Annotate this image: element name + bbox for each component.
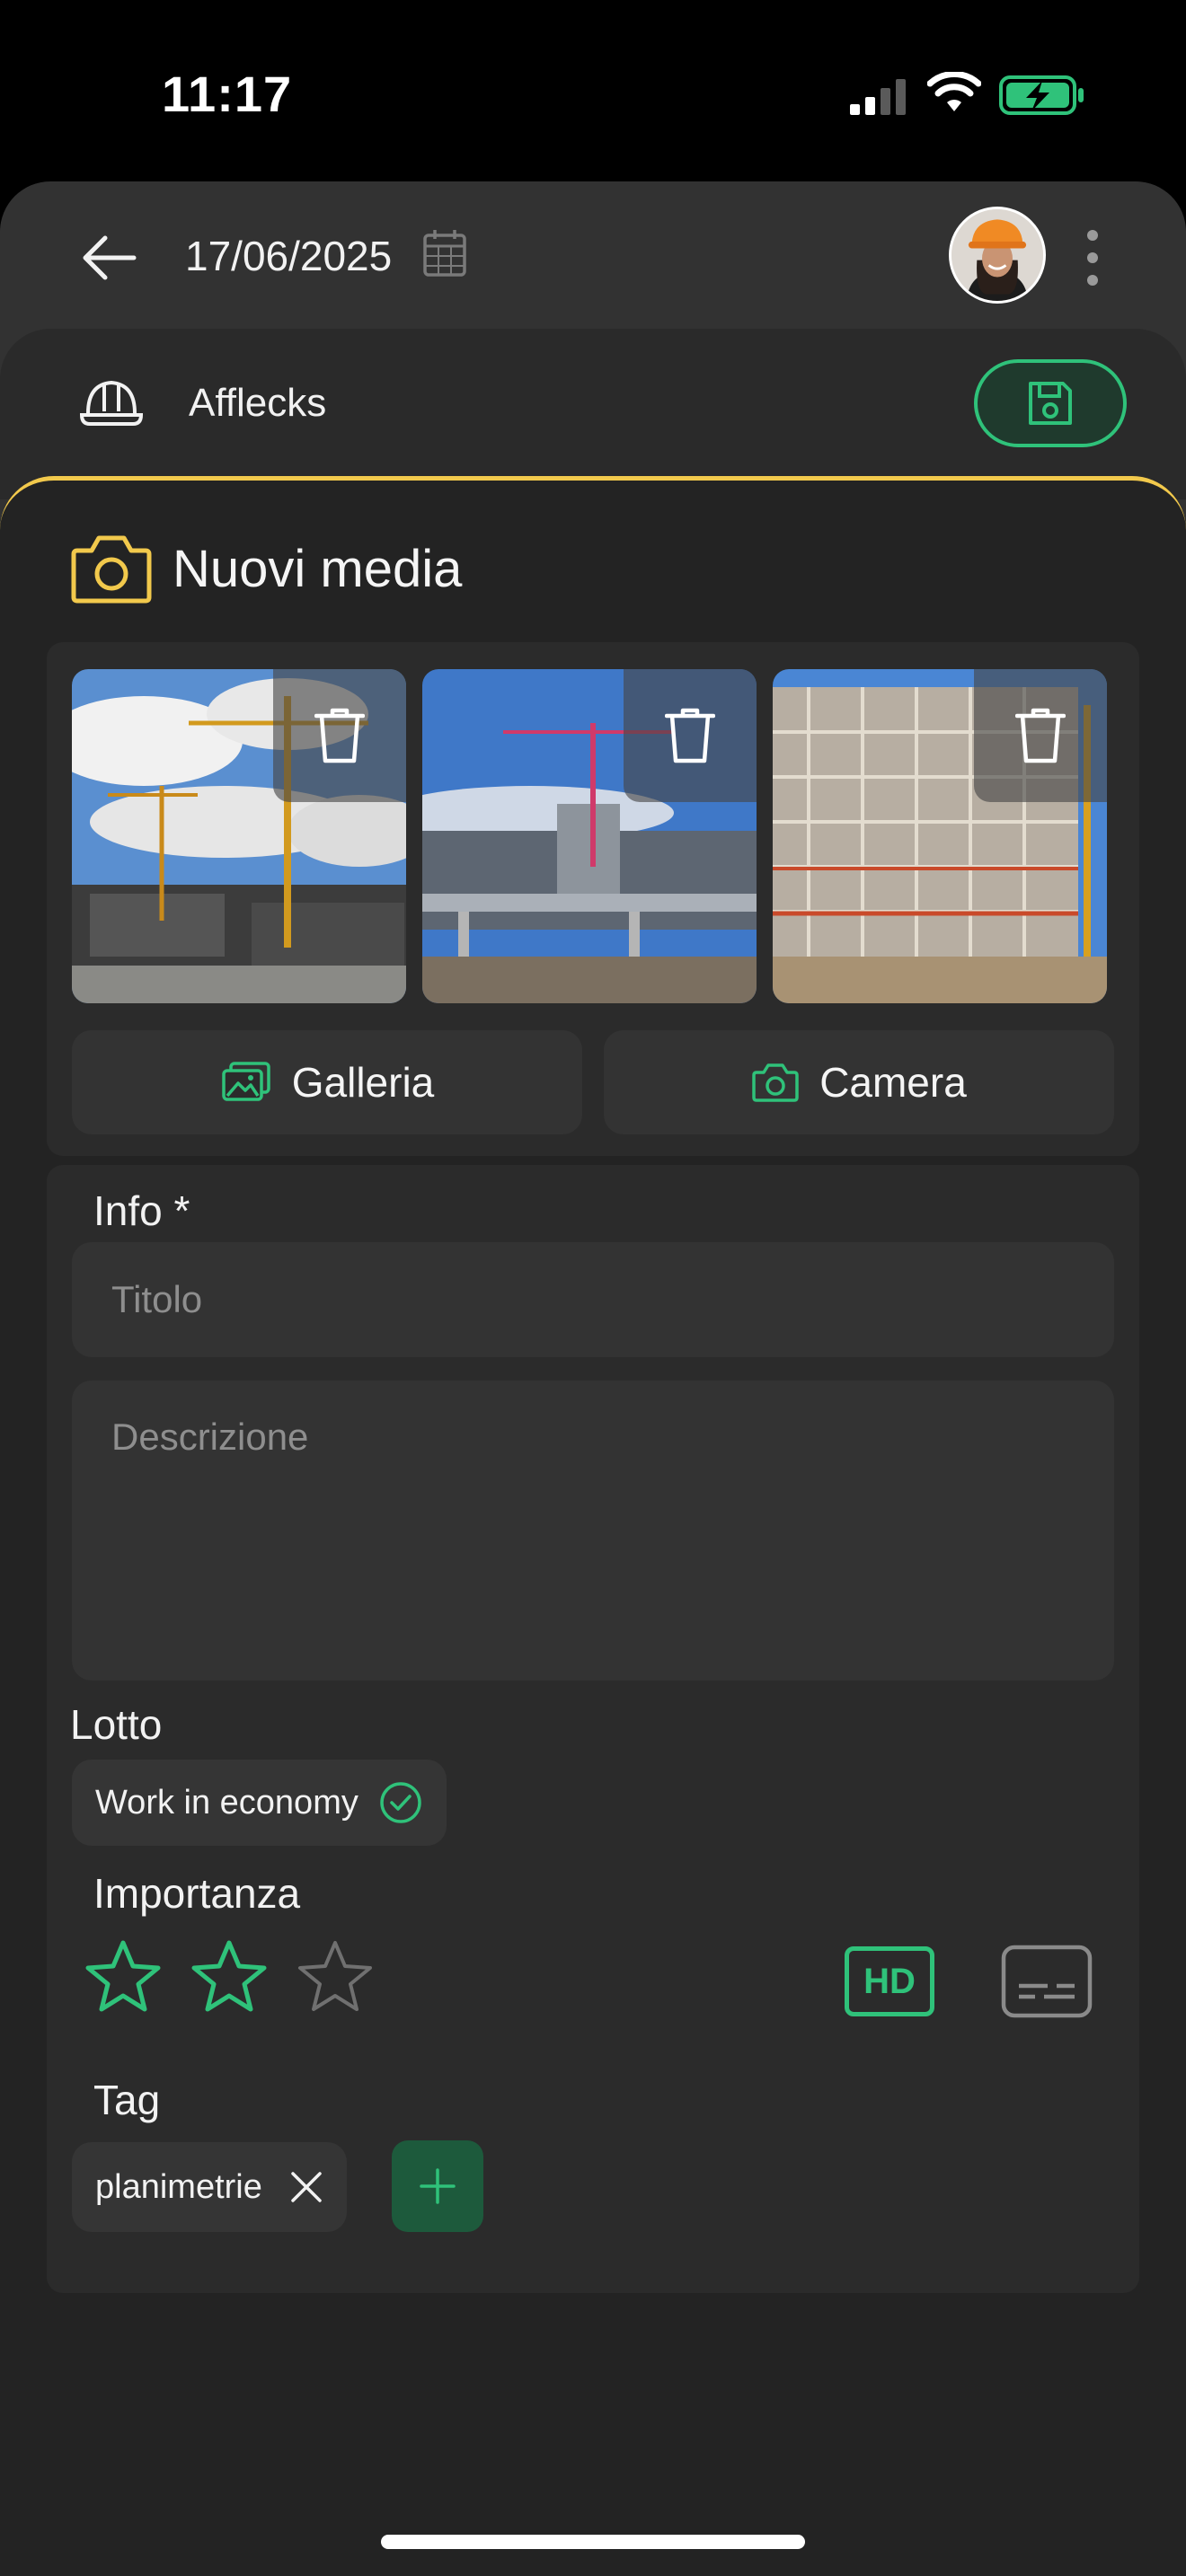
site-name: Afflecks xyxy=(189,381,327,425)
check-circle-icon xyxy=(380,1782,421,1823)
info-label: Info * xyxy=(93,1187,190,1234)
camera-icon xyxy=(71,535,152,604)
dot xyxy=(1087,275,1098,286)
arrow-left-icon xyxy=(83,235,137,280)
camera-button[interactable]: Camera xyxy=(604,1030,1114,1134)
floppy-disk-icon xyxy=(1029,382,1072,425)
description-input[interactable]: Descrizione xyxy=(72,1381,1114,1681)
title-input[interactable]: Titolo xyxy=(72,1242,1114,1357)
tag-label: Tag xyxy=(93,2077,161,2123)
subtitles-icon[interactable] xyxy=(1001,1945,1093,2018)
camera-label: Camera xyxy=(819,1059,967,1106)
title-placeholder: Titolo xyxy=(111,1278,203,1320)
helmet-icon xyxy=(79,380,144,426)
top-bar: 17/06/2025 xyxy=(0,181,1186,329)
calendar-icon[interactable] xyxy=(422,228,467,278)
site-bar: Afflecks xyxy=(0,329,1186,499)
hd-label: HD xyxy=(863,1961,916,2001)
dot xyxy=(1087,252,1098,263)
gallery-button[interactable]: Galleria xyxy=(72,1030,582,1134)
more-options-button[interactable] xyxy=(1075,226,1111,289)
avatar-image xyxy=(951,209,1043,301)
trash-icon xyxy=(314,708,365,763)
user-avatar[interactable] xyxy=(949,207,1046,304)
star-empty-icon[interactable] xyxy=(296,1939,374,2013)
hd-toggle[interactable]: HD xyxy=(845,1946,934,2016)
photo-thumbnail[interactable] xyxy=(72,669,406,1003)
star-filled-icon[interactable] xyxy=(190,1939,268,2013)
photo-thumbnail[interactable] xyxy=(773,669,1107,1003)
close-icon[interactable] xyxy=(289,2170,323,2204)
status-bar: 11:17 xyxy=(0,0,1186,180)
description-placeholder: Descrizione xyxy=(111,1416,309,1458)
importance-label: Importanza xyxy=(93,1870,301,1917)
media-card: Galleria Camera xyxy=(47,642,1139,1156)
save-button[interactable] xyxy=(974,359,1127,447)
section-title: Nuovi media xyxy=(173,539,463,598)
delete-photo-button[interactable] xyxy=(624,669,757,802)
add-tag-button[interactable] xyxy=(392,2140,483,2232)
wifi-icon xyxy=(927,72,981,111)
battery-charging-icon xyxy=(999,75,1084,115)
media-sheet: 17/06/2025 Afflecks Nuovi media Galleria… xyxy=(0,181,1186,2576)
tag-list: planimetrie xyxy=(47,2140,1139,2234)
delete-photo-button[interactable] xyxy=(273,669,406,802)
delete-photo-button[interactable] xyxy=(974,669,1107,802)
form-card: Info * Titolo Descrizione Lotto Work in … xyxy=(47,1165,1139,2293)
tag-chip-label: planimetrie xyxy=(95,2167,262,2206)
photo-thumbnail[interactable] xyxy=(422,669,757,1003)
trash-icon xyxy=(665,708,715,763)
home-indicator xyxy=(381,2535,805,2549)
date-text[interactable]: 17/06/2025 xyxy=(185,232,392,280)
trash-icon xyxy=(1015,708,1066,763)
tag-chip: planimetrie xyxy=(72,2142,347,2232)
lotto-value: Work in economy xyxy=(95,1783,358,1822)
rating-stars xyxy=(84,1939,444,2020)
section-header: Nuovi media xyxy=(70,533,462,604)
status-time: 11:17 xyxy=(162,66,293,122)
cellular-signal-icon xyxy=(850,79,906,115)
gallery-label: Galleria xyxy=(291,1059,435,1106)
back-button[interactable] xyxy=(77,226,140,289)
content-panel: Nuovi media Galleria Camera Info * Titol… xyxy=(0,476,1186,2576)
camera-icon xyxy=(752,1063,799,1102)
gallery-icon xyxy=(221,1062,270,1101)
lotto-label: Lotto xyxy=(70,1701,163,1748)
dot xyxy=(1087,230,1098,241)
star-filled-icon[interactable] xyxy=(84,1939,162,2013)
plus-icon xyxy=(420,2168,456,2204)
lotto-chip[interactable]: Work in economy xyxy=(72,1760,447,1846)
